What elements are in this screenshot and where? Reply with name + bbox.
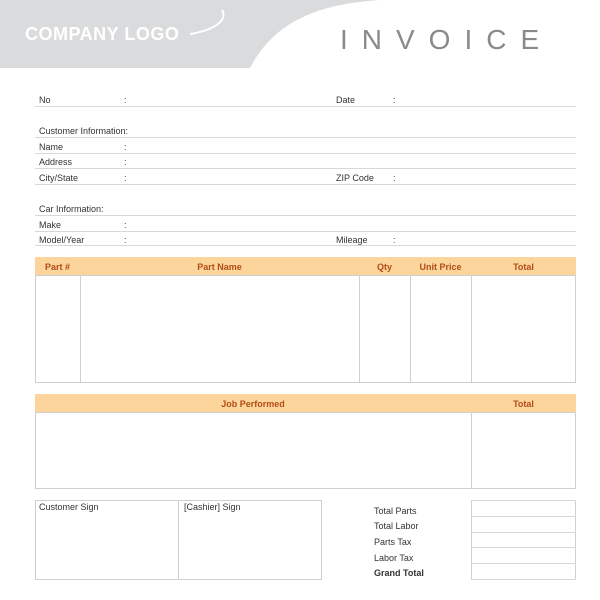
job-table-body[interactable] (35, 412, 576, 489)
column-divider (471, 275, 472, 383)
car-info-heading: Car Information: (39, 204, 104, 214)
column-divider (471, 500, 472, 580)
date-label: Date (336, 95, 356, 105)
parts-tax-value[interactable] (471, 547, 576, 548)
divider (35, 245, 576, 246)
total-labor-value[interactable] (471, 532, 576, 533)
col-total: Total (513, 262, 534, 272)
make-label: Make (39, 220, 62, 230)
col-job-total: Total (513, 399, 534, 409)
no-label: No (39, 95, 51, 105)
divider (35, 153, 576, 154)
invoice-title: INVOICE (340, 24, 554, 55)
city-state-colon: : (124, 173, 127, 183)
cashier-sign-label: [Cashier] Sign (184, 502, 241, 512)
parts-table-body[interactable] (35, 275, 576, 383)
divider (35, 184, 576, 185)
col-job-performed: Job Performed (221, 399, 285, 409)
column-divider (410, 275, 411, 383)
labor-tax-label: Labor Tax (374, 553, 414, 563)
divider (35, 137, 576, 138)
column-divider (575, 500, 576, 580)
divider (35, 168, 576, 169)
customer-info-heading: Customer Information: (39, 126, 129, 136)
total-parts-value[interactable] (471, 516, 576, 517)
column-divider (471, 412, 472, 489)
total-labor-label: Total Labor (374, 521, 419, 531)
date-colon: : (393, 95, 396, 105)
parts-tax-label: Parts Tax (374, 537, 412, 547)
grand-total-value[interactable] (471, 579, 576, 580)
make-colon: : (124, 220, 127, 230)
model-year-colon: : (124, 235, 127, 245)
name-colon: : (124, 142, 127, 152)
col-unit-price: Unit Price (419, 262, 462, 272)
address-colon: : (124, 157, 127, 167)
company-logo: COMPANY LOGO (25, 24, 180, 44)
zip-code-label: ZIP Code (336, 173, 374, 183)
col-qty: Qty (376, 262, 392, 272)
no-colon: : (124, 95, 127, 105)
name-label: Name (39, 142, 64, 152)
labor-tax-value[interactable] (471, 563, 576, 564)
model-year-label: Model/Year (39, 235, 85, 245)
total-parts-label: Total Parts (374, 506, 417, 516)
col-part-number: Part # (44, 262, 70, 272)
city-state-label: City/State (39, 173, 79, 183)
zip-code-colon: : (393, 173, 396, 183)
column-divider (80, 275, 81, 383)
col-part-name: Part Name (197, 262, 242, 272)
invoice-page: COMPANY LOGO INVOICE No : Date : Custome… (0, 0, 600, 600)
divider (35, 106, 576, 107)
address-label: Address (39, 157, 73, 167)
divider (35, 231, 576, 232)
total-value-line (471, 500, 576, 501)
divider (35, 215, 576, 216)
mileage-colon: : (393, 235, 396, 245)
customer-sign-label: Customer Sign (39, 502, 99, 512)
column-divider (178, 500, 179, 580)
column-divider (359, 275, 360, 383)
mileage-label: Mileage (336, 235, 368, 245)
grand-total-label: Grand Total (374, 568, 424, 578)
